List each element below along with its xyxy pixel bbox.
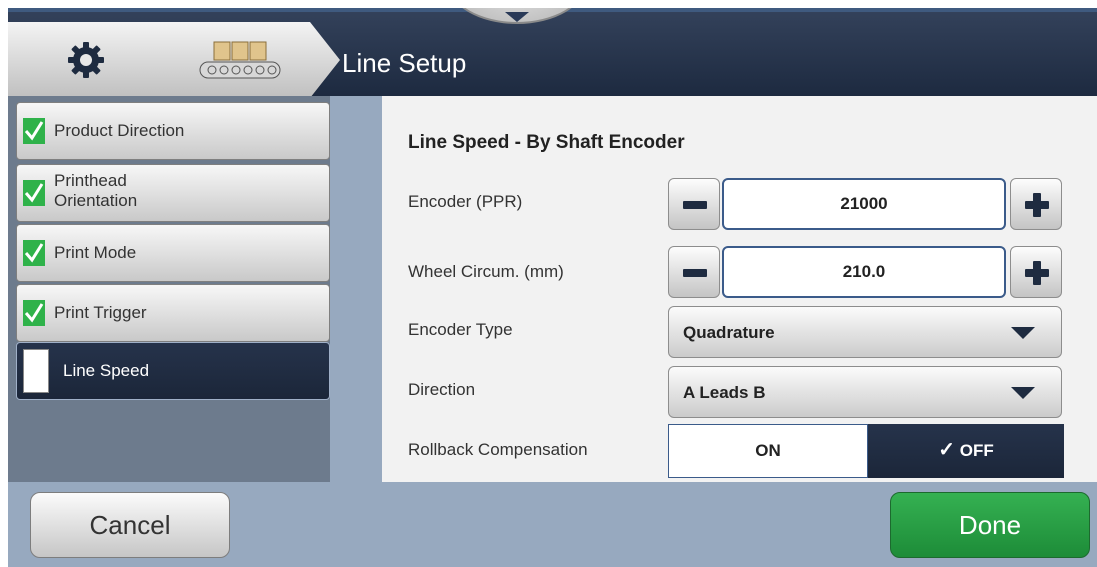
- rollback-off-label: OFF: [959, 441, 994, 460]
- sidebar-item-print-mode[interactable]: Print Mode: [16, 224, 330, 282]
- wheel-circum-decrement-button[interactable]: [668, 246, 720, 298]
- minus-icon: [683, 201, 707, 209]
- sidebar-item-printhead-orientation[interactable]: Printhead Orientation: [16, 164, 330, 222]
- rollback-on-option[interactable]: ON: [668, 424, 868, 478]
- app-frame: Line Setup Product Direction Printhead O…: [8, 8, 1097, 567]
- check-icon: [23, 300, 45, 326]
- minus-icon: [683, 269, 707, 277]
- checkmark-icon: ✓: [938, 439, 956, 461]
- wheel-circum-field[interactable]: 210.0: [722, 246, 1006, 298]
- encoder-ppr-increment-button[interactable]: [1010, 178, 1062, 230]
- content-area: Line Speed - By Shaft Encoder Encoder (P…: [330, 96, 1097, 482]
- check-icon: [23, 118, 45, 144]
- encoder-type-value: Quadrature: [683, 323, 775, 342]
- plus-icon: [1025, 193, 1049, 217]
- header-bar: Line Setup: [8, 8, 1097, 98]
- wheel-circum-increment-button[interactable]: [1010, 246, 1062, 298]
- step-indicator: [23, 349, 49, 393]
- sidebar-item-label: Print Trigger: [54, 303, 147, 322]
- direction-label: Direction: [408, 380, 476, 399]
- direction-dropdown[interactable]: A Leads B: [668, 366, 1062, 418]
- check-icon: [23, 180, 45, 206]
- sidebar-item-label: Line Speed: [63, 361, 150, 380]
- chevron-down-icon: [505, 12, 529, 22]
- gear-icon: [68, 42, 104, 78]
- wheel-circum-label: Wheel Circum. (mm): [408, 262, 564, 281]
- encoder-ppr-label: Encoder (PPR): [408, 192, 523, 211]
- direction-value: A Leads B: [683, 383, 766, 402]
- plus-icon: [1025, 261, 1049, 285]
- rollback-label: Rollback Compensation: [408, 440, 588, 459]
- encoder-type-label: Encoder Type: [408, 320, 513, 339]
- check-icon: [23, 240, 45, 266]
- chevron-down-icon: [1011, 387, 1035, 399]
- encoder-ppr-decrement-button[interactable]: [668, 178, 720, 230]
- encoder-type-dropdown[interactable]: Quadrature: [668, 306, 1062, 358]
- encoder-ppr-field[interactable]: 21000: [722, 178, 1006, 230]
- conveyor-icon: [199, 41, 281, 79]
- wizard-sidebar: Product Direction Printhead Orientation …: [8, 96, 330, 482]
- settings-panel: Line Speed - By Shaft Encoder Encoder (P…: [382, 96, 1097, 482]
- sidebar-item-line-speed[interactable]: Line Speed: [16, 342, 330, 400]
- section-title: Line Speed - By Shaft Encoder: [408, 132, 685, 153]
- sidebar-item-print-trigger[interactable]: Print Trigger: [16, 284, 330, 342]
- rollback-off-option[interactable]: ✓ OFF: [868, 424, 1064, 478]
- cancel-button[interactable]: Cancel: [30, 492, 230, 558]
- sidebar-item-label: Product Direction: [54, 121, 185, 140]
- sidebar-item-label: Print Mode: [54, 243, 137, 262]
- done-button[interactable]: Done: [890, 492, 1090, 558]
- sidebar-item-product-direction[interactable]: Product Direction: [16, 102, 330, 160]
- page-title: Line Setup: [342, 48, 467, 78]
- sidebar-item-label: Printhead Orientation: [54, 171, 138, 210]
- chevron-down-icon: [1011, 327, 1035, 339]
